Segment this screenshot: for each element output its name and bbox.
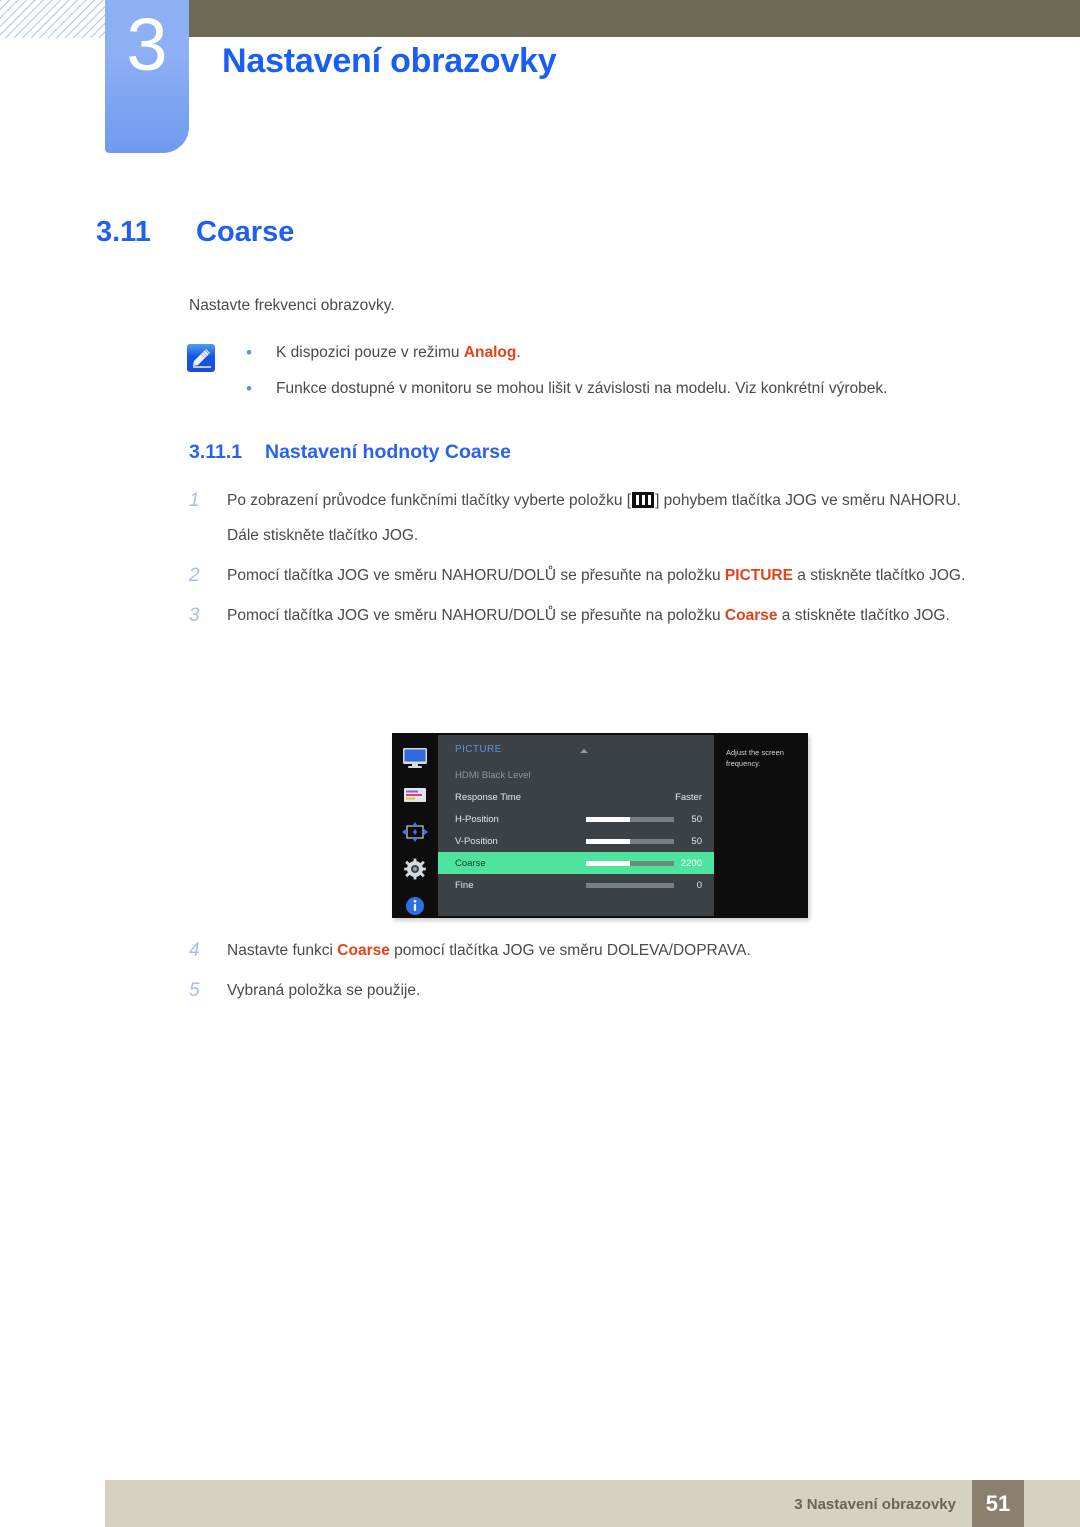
chevron-up-icon xyxy=(580,749,588,753)
step-text: Pomocí tlačítka JOG ve směru NAHORU/DOLŮ… xyxy=(227,567,966,584)
osd-slider[interactable] xyxy=(586,817,674,822)
step-number: 4 xyxy=(189,940,200,961)
osd-row-label: V-Position xyxy=(455,835,498,847)
osd-row-label: H-Position xyxy=(455,813,499,825)
osd-row-value: 50 xyxy=(691,813,702,825)
osd-row-label: Response Time xyxy=(455,791,522,803)
osd-slider[interactable] xyxy=(586,861,674,866)
osd-row[interactable]: HDMI Black Level xyxy=(438,764,714,786)
osd-row-label: Fine xyxy=(455,879,474,891)
step-number: 1 xyxy=(189,490,200,511)
gear-icon xyxy=(401,858,429,880)
keyword-picture: PICTURE xyxy=(724,567,793,584)
step-item: 3 Pomocí tlačítka JOG ve směru NAHORU/DO… xyxy=(189,603,1019,629)
osd-row-value: Faster xyxy=(675,791,702,803)
page-number-badge: 51 xyxy=(972,1480,1024,1527)
position-arrows-icon xyxy=(401,821,429,843)
bullet-icon: • xyxy=(246,379,252,398)
section-heading: 3.11 Coarse xyxy=(96,216,294,249)
osd-menu-title: PICTURE xyxy=(455,744,502,755)
osd-tooltip-text: Adjust the screen frequency. xyxy=(718,735,808,916)
osd-menu-panel: PICTURE HDMI Black Level Response Time F… xyxy=(438,735,714,916)
osd-rows: HDMI Black Level Response Time Faster H-… xyxy=(438,764,714,896)
step-text: Pomocí tlačítka JOG ve směru NAHORU/DOLŮ… xyxy=(227,607,950,624)
note-item-text: K dispozici pouze v režimu Analog. xyxy=(276,344,521,361)
osd-row[interactable]: V-Position 50 xyxy=(438,830,714,852)
osd-menu-icon xyxy=(632,492,655,508)
keyword-analog: Analog xyxy=(463,344,517,361)
osd-row-value: 50 xyxy=(691,835,702,847)
step-number: 5 xyxy=(189,980,200,1001)
steps-list: 1 Po zobrazení průvodce funkčními tlačít… xyxy=(189,488,1019,643)
osd-sidebar-rail xyxy=(392,733,438,918)
osd-row[interactable]: Response Time Faster xyxy=(438,786,714,808)
note-item: • K dispozici pouze v režimu Analog. xyxy=(240,342,1000,364)
steps-list-continued: 4 Nastavte funkci Coarse pomocí tlačítka… xyxy=(189,938,1019,1018)
subsection-title: Nastavení hodnoty Coarse xyxy=(265,441,511,463)
osd-screenshot: PICTURE HDMI Black Level Response Time F… xyxy=(392,733,808,918)
step-text: Po zobrazení průvodce funkčními tlačítky… xyxy=(227,488,961,549)
osd-row-value: 0 xyxy=(696,879,702,891)
subsection-heading: 3.11.1 Nastavení hodnoty Coarse xyxy=(189,441,511,464)
step-item: 2 Pomocí tlačítka JOG ve směru NAHORU/DO… xyxy=(189,563,1019,589)
step-number: 2 xyxy=(189,565,200,586)
info-icon xyxy=(401,895,429,917)
osd-row-label: Coarse xyxy=(455,857,486,869)
osd-row-selected[interactable]: Coarse 2200 xyxy=(438,852,714,874)
chapter-tab: 3 xyxy=(105,0,189,153)
osd-row-value: 2200 xyxy=(680,857,702,869)
keyword-coarse: Coarse xyxy=(337,942,390,959)
osd-row-label: HDMI Black Level xyxy=(455,769,531,781)
bullet-icon: • xyxy=(246,343,252,362)
step-item: 1 Po zobrazení průvodce funkčními tlačít… xyxy=(189,488,1019,549)
note-item: • Funkce dostupné v monitoru se mohou li… xyxy=(240,378,1000,400)
osd-slider-fill xyxy=(586,817,630,822)
step-item: 4 Nastavte funkci Coarse pomocí tlačítka… xyxy=(189,938,1019,964)
step-number: 3 xyxy=(189,605,200,626)
color-bars-icon xyxy=(401,784,429,806)
note-item-text: Funkce dostupné v monitoru se mohou liši… xyxy=(276,380,888,397)
chapter-title: Nastavení obrazovky xyxy=(222,42,557,80)
osd-row[interactable]: H-Position 50 xyxy=(438,808,714,830)
step-subtext: Dále stiskněte tlačítko JOG. xyxy=(227,527,419,544)
section-intro-text: Nastavte frekvenci obrazovky. xyxy=(189,297,395,314)
osd-row[interactable]: Fine 0 xyxy=(438,874,714,896)
step-text: Vybraná položka se použije. xyxy=(227,982,421,999)
step-item: 5 Vybraná položka se použije. xyxy=(189,978,1019,1004)
subsection-number: 3.11.1 xyxy=(189,441,243,463)
osd-slider[interactable] xyxy=(586,883,674,888)
note-pen-icon xyxy=(186,343,216,373)
osd-slider-fill xyxy=(586,861,630,866)
osd-slider-fill xyxy=(586,839,630,844)
monitor-icon xyxy=(401,747,429,769)
section-title: Coarse xyxy=(196,216,295,248)
note-list: • K dispozici pouze v režimu Analog. • F… xyxy=(240,342,1000,414)
decorative-hatch-pattern xyxy=(0,0,108,38)
section-number: 3.11 xyxy=(96,216,151,248)
osd-slider[interactable] xyxy=(586,839,674,844)
chapter-number: 3 xyxy=(126,3,168,86)
keyword-coarse: Coarse xyxy=(724,607,778,624)
step-text: Nastavte funkci Coarse pomocí tlačítka J… xyxy=(227,942,751,959)
header-band xyxy=(189,0,1080,37)
footer-chapter-label: 3 Nastavení obrazovky xyxy=(794,1496,956,1513)
